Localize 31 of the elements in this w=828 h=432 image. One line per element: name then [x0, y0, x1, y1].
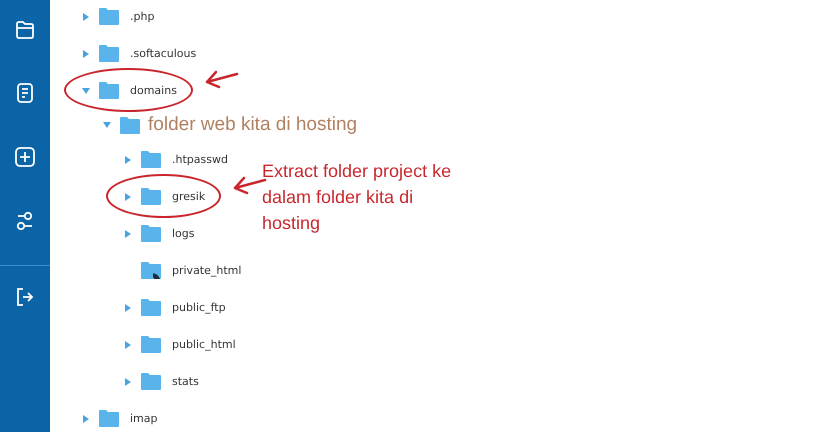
settings-icon[interactable]: [16, 211, 34, 231]
folder-name[interactable]: .htpasswd: [172, 153, 228, 166]
caret-icon[interactable]: [82, 86, 90, 94]
folder-name[interactable]: imap: [130, 412, 158, 425]
folder-name[interactable]: .softaculous: [130, 47, 196, 60]
caret-icon[interactable]: [103, 121, 111, 129]
caret-icon[interactable]: [124, 230, 132, 238]
folder-name[interactable]: logs: [172, 227, 194, 240]
folder-name[interactable]: public_html: [172, 338, 236, 351]
caret-icon[interactable]: [124, 304, 132, 312]
caret-icon[interactable]: [124, 378, 132, 386]
caret-icon[interactable]: [124, 192, 132, 200]
caret-icon[interactable]: [82, 50, 90, 58]
document-icon[interactable]: [16, 83, 34, 103]
folder-name[interactable]: domains: [130, 84, 177, 97]
annotation-label: folder web kita di hosting: [148, 114, 358, 136]
folder-name[interactable]: stats: [172, 375, 199, 388]
folder-name[interactable]: private_html: [172, 264, 242, 277]
arrow-icon: [202, 69, 239, 89]
folder-name[interactable]: public_ftp: [172, 301, 226, 314]
caret-icon[interactable]: [82, 414, 90, 422]
annotation-text: Extract folder project ke dalam folder kita di hosting: [262, 160, 452, 235]
folder-icon[interactable]: [15, 21, 35, 39]
add-icon[interactable]: [15, 147, 35, 167]
caret-icon[interactable]: [124, 340, 132, 348]
caret-icon[interactable]: [82, 12, 90, 20]
folder-name[interactable]: .php: [130, 10, 154, 23]
logout-icon[interactable]: [16, 288, 34, 306]
folder-name[interactable]: gresik: [172, 190, 206, 203]
caret-icon[interactable]: [124, 156, 132, 164]
folder-shortcut-icon[interactable]: [140, 261, 162, 280]
